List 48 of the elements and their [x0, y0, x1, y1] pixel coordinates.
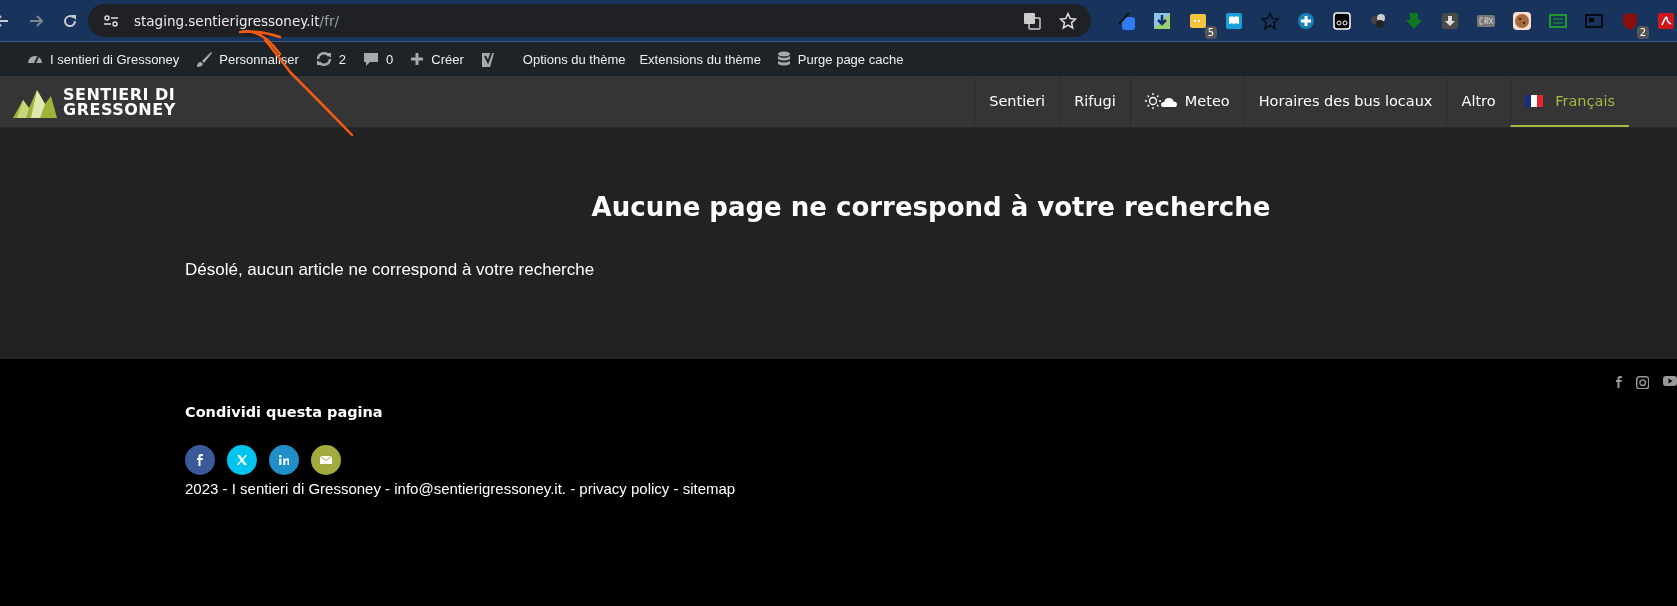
nav-link[interactable]: Sentieri: [974, 76, 1060, 127]
comment-icon: [362, 50, 381, 68]
plus-icon: [409, 51, 426, 67]
translate-icon[interactable]: [1023, 11, 1041, 30]
refresh-icon: [314, 50, 333, 68]
eyes-icon[interactable]: [1331, 9, 1353, 32]
facebook-icon: [197, 454, 203, 466]
reload-icon[interactable]: [62, 12, 78, 29]
admin-bar-item[interactable]: Créer: [401, 42, 472, 76]
french-flag-icon: [1524, 94, 1543, 107]
extension-badge: 5: [1204, 25, 1217, 39]
admin-bar-item[interactable]: 2: [306, 42, 355, 76]
share-heading: Condividi questa pagina: [185, 404, 383, 420]
database-icon: [775, 50, 792, 68]
url-text: staging.sentierigressoney.it/fr/: [134, 12, 339, 29]
share-x-logo-button[interactable]: [227, 445, 257, 475]
linkedin-icon: [278, 454, 290, 466]
footer-link[interactable]: info@sentierigressoney.it.: [394, 480, 566, 497]
brush-icon: [195, 50, 214, 68]
youtube-icon[interactable]: [1663, 376, 1677, 386]
admin-bar-item[interactable]: I sentieri di Gressoney: [18, 42, 188, 76]
page-heading: Aucune page ne correspond à votre recherche: [590, 191, 1272, 222]
logo-text[interactable]: SENTIERI DI GRESSONEY: [63, 86, 176, 117]
x-logo-icon: [237, 455, 247, 465]
bookmark-star-icon[interactable]: [1059, 11, 1077, 30]
admin-bar-item[interactable]: Extensions du thème: [632, 42, 768, 76]
extension-badge: 2: [1636, 25, 1649, 39]
nav-link[interactable]: Rifugi: [1059, 76, 1130, 127]
nav-link[interactable]: Meteo: [1129, 76, 1244, 127]
facebook-icon[interactable]: [1615, 376, 1622, 388]
star-icon[interactable]: [1259, 9, 1281, 32]
nav-link[interactable]: Horaires des bus locaux: [1243, 76, 1447, 127]
no-results-message: Désolé, aucun article ne correspond à votre recherche: [185, 260, 596, 280]
envelope-icon: [320, 456, 332, 464]
footer-link[interactable]: privacy policy: [579, 480, 670, 497]
cookie-icon[interactable]: [1511, 9, 1533, 32]
admin-bar-item[interactable]: Purge page cache: [767, 42, 912, 76]
share-linkedin-button[interactable]: [269, 445, 299, 475]
footer-link[interactable]: sitemap: [682, 480, 736, 497]
admin-bar-item[interactable]: Options du thème: [515, 42, 633, 76]
nav-link[interactable]: Altro: [1446, 76, 1510, 127]
copyright-text: 2023 - I sentieri di Gressoney - info@sentierigressoney.it. - privacy policy - sitemap: [185, 480, 737, 497]
share-facebook-button[interactable]: [185, 445, 215, 475]
address-bar[interactable]: staging.sentierigressoney.it/fr/: [88, 4, 1091, 37]
forward-arrow-icon[interactable]: [28, 12, 44, 29]
instagram-icon[interactable]: [1635, 376, 1649, 390]
admin-bar-item[interactable]: 0: [354, 42, 402, 76]
share-envelope-button[interactable]: [311, 445, 341, 475]
